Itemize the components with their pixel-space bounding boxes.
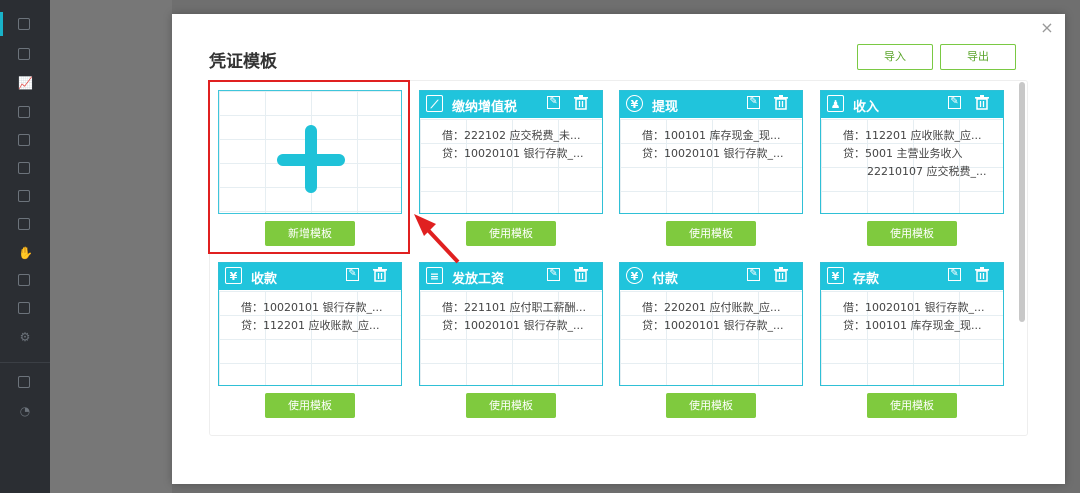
entry-line: 借：100101 库存现金_现... (642, 129, 781, 142)
video-icon[interactable] (18, 376, 30, 388)
entry-lines: 借：100101 库存现金_现... 贷：10020101 银行存款_... (620, 127, 802, 163)
edit-icon[interactable]: ✎ (747, 268, 760, 281)
report-chart-icon[interactable]: 📈 (18, 76, 33, 90)
card-header: ♟ 收入 ✎ (821, 91, 1003, 118)
entry-line: 贷：5001 主营业务收入 (843, 147, 963, 160)
entry-line: 贷：10020101 银行存款_... (442, 319, 584, 332)
card-title: 收款 (251, 272, 278, 287)
edit-icon[interactable]: ✎ (747, 96, 760, 109)
entry-line: 贷：10020101 银行存款_... (642, 147, 784, 160)
payroll-icon: ≡ (426, 267, 443, 284)
payment-icon: ¥ (626, 267, 643, 284)
shirt-icon[interactable] (18, 190, 30, 202)
shield-icon[interactable] (18, 302, 30, 314)
edit-icon[interactable]: ✎ (346, 268, 359, 281)
yen-circle-icon: ¥ (626, 95, 643, 112)
entry-line: 借：220201 应付账款_应... (642, 301, 781, 314)
entry-line: 贷：112201 应收账款_应... (241, 319, 380, 332)
entry-line: 借：10020101 银行存款_... (241, 301, 383, 314)
card-header: ¥ 存款 ✎ (821, 263, 1003, 290)
export-button[interactable]: 导出 (940, 44, 1016, 70)
card-title: 提现 (652, 100, 679, 115)
use-template-button[interactable]: 使用模板 (466, 221, 556, 246)
deposit-icon: ¥ (827, 267, 844, 284)
card-title: 存款 (853, 272, 880, 287)
close-icon[interactable]: × (1039, 20, 1055, 36)
calendar-icon[interactable] (18, 134, 30, 146)
image-icon[interactable] (18, 218, 30, 230)
card-header: ≡ 发放工资 ✎ (420, 263, 602, 290)
import-button[interactable]: 导入 (857, 44, 933, 70)
entry-lines: 借：222102 应交税费_未... 贷：10020101 银行存款_... (420, 127, 602, 163)
document-icon[interactable] (18, 106, 30, 118)
chart-line-icon: ⟋ (426, 95, 443, 112)
card-title: 发放工资 (452, 272, 505, 287)
use-template-button[interactable]: 使用模板 (867, 221, 957, 246)
trash-icon[interactable] (373, 267, 387, 282)
ledger-icon[interactable] (18, 48, 30, 60)
sidebar-divider (0, 362, 50, 363)
entry-lines: 借：112201 应收账款_应... 贷：5001 主营业务收入 22210107 … (821, 127, 1003, 181)
dimmed-background (50, 0, 172, 493)
entry-line: 借：112201 应收账款_应... (843, 129, 982, 142)
template-card: ¥ 收款 ✎ 借：10020101 银行存款_... 贷：112201 应收账款_应..… (218, 262, 402, 386)
use-template-button[interactable]: 使用模板 (666, 393, 756, 418)
use-template-button[interactable]: 使用模板 (666, 221, 756, 246)
template-card: ¥ 提现 ✎ 借：100101 库存现金_现... 贷：10020101 银行存款_..… (619, 90, 803, 214)
invoice-icon[interactable] (18, 162, 30, 174)
entry-lines: 借：220201 应付账款_应... 贷：10020101 银行存款_... (620, 299, 802, 335)
entry-lines: 借：10020101 银行存款_... 贷：100101 库存现金_现... (821, 299, 1003, 335)
app-sidebar: 📈 ✋ ⚙ ◔ (0, 0, 50, 493)
trash-icon[interactable] (774, 267, 788, 282)
settings-gear-icon[interactable]: ⚙ (18, 330, 32, 344)
card-title: 收入 (853, 100, 880, 115)
entry-lines: 借：10020101 银行存款_... 贷：112201 应收账款_应... (219, 299, 401, 335)
entry-line: 借：222102 应交税费_未... (442, 129, 581, 142)
user-money-icon: ♟ (827, 95, 844, 112)
hand-icon[interactable]: ✋ (18, 246, 33, 260)
sidebar-active-indicator (0, 12, 3, 36)
entry-lines: 借：221101 应付职工薪酬... 贷：10020101 银行存款_... (420, 299, 602, 335)
edit-icon[interactable]: ✎ (547, 96, 560, 109)
entry-line: 贷：100101 库存现金_现... (843, 319, 982, 332)
highlight-box (208, 80, 410, 254)
trash-icon[interactable] (975, 267, 989, 282)
card-title: 付款 (652, 272, 679, 287)
entry-line: 贷：10020101 银行存款_... (442, 147, 584, 160)
template-card: ⟋ 缴纳增值税 ✎ 借：222102 应交税费_未... 贷：10020101 银行存款… (419, 90, 603, 214)
tax-icon[interactable] (18, 274, 30, 286)
edit-icon[interactable]: ✎ (547, 268, 560, 281)
trash-icon[interactable] (574, 95, 588, 110)
template-card: ¥ 付款 ✎ 借：220201 应付账款_应... 贷：10020101 银行存款_..… (619, 262, 803, 386)
trash-icon[interactable] (574, 267, 588, 282)
trash-icon[interactable] (975, 95, 989, 110)
trash-icon[interactable] (774, 95, 788, 110)
dialog-title: 凭证模板 (209, 52, 277, 72)
entry-line: 贷：10020101 银行存款_... (642, 319, 784, 332)
card-header: ¥ 付款 ✎ (620, 263, 802, 290)
edit-icon[interactable]: ✎ (948, 96, 961, 109)
use-template-button[interactable]: 使用模板 (867, 393, 957, 418)
card-header: ¥ 收款 ✎ (219, 263, 401, 290)
entry-line: 借：10020101 银行存款_... (843, 301, 985, 314)
entry-line: 借：221101 应付职工薪酬... (442, 301, 586, 314)
template-card: ≡ 发放工资 ✎ 借：221101 应付职工薪酬... 贷：10020101 银行存款_… (419, 262, 603, 386)
yen-box-icon: ¥ (225, 267, 242, 284)
voucher-icon[interactable] (18, 18, 30, 30)
scrollbar[interactable] (1019, 82, 1025, 322)
template-card: ♟ 收入 ✎ 借：112201 应收账款_应... 贷：5001 主营业务收入 22210… (820, 90, 1004, 214)
template-card: ¥ 存款 ✎ 借：10020101 银行存款_... 贷：100101 库存现金_现..… (820, 262, 1004, 386)
card-title: 缴纳增值税 (452, 100, 518, 115)
card-header: ⟋ 缴纳增值税 ✎ (420, 91, 602, 118)
speed-gauge-icon[interactable]: ◔ (18, 404, 32, 418)
edit-icon[interactable]: ✎ (948, 268, 961, 281)
card-header: ¥ 提现 ✎ (620, 91, 802, 118)
entry-line: 22210107 应交税费_... (867, 165, 987, 178)
use-template-button[interactable]: 使用模板 (466, 393, 556, 418)
use-template-button[interactable]: 使用模板 (265, 393, 355, 418)
